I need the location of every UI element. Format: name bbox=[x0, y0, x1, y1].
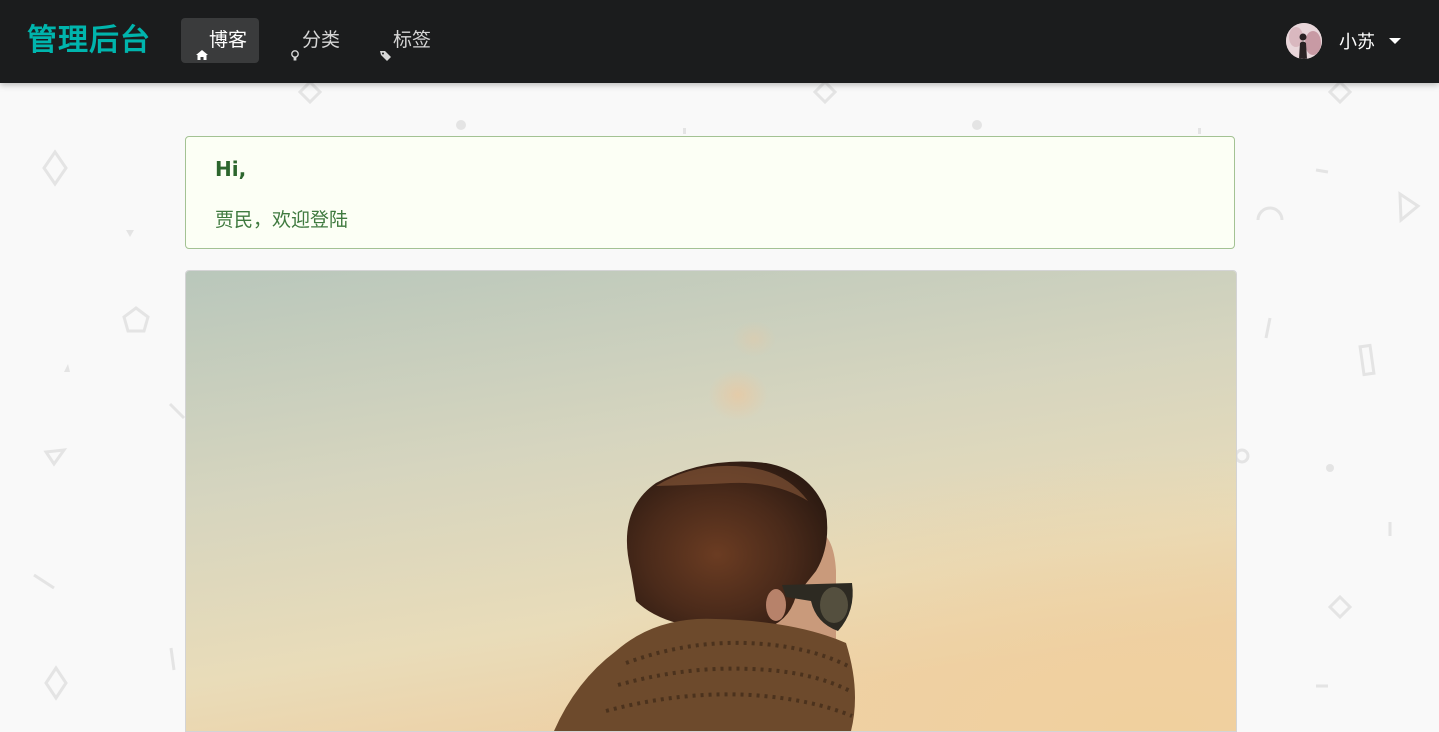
idea-icon bbox=[288, 34, 302, 60]
nav-item-tags-label: 标签 bbox=[393, 29, 432, 51]
nav-item-category-label: 分类 bbox=[302, 29, 341, 51]
user-dropdown[interactable]: 小苏 bbox=[1286, 22, 1401, 60]
welcome-message-box: Hi, 贾民，欢迎登陆 bbox=[185, 136, 1235, 249]
nav-item-category[interactable]: 分类 bbox=[274, 18, 350, 63]
avatar bbox=[1286, 23, 1322, 59]
welcome-text: 贾民，欢迎登陆 bbox=[215, 209, 349, 231]
hero-photo bbox=[186, 271, 1236, 731]
caret-down-icon bbox=[1389, 38, 1401, 44]
username: 小苏 bbox=[1339, 32, 1375, 53]
nav-item-tags[interactable]: 标签 bbox=[365, 18, 441, 63]
brand-logo[interactable]: 管理后台 bbox=[27, 22, 151, 60]
welcome-title: Hi, bbox=[215, 157, 247, 181]
top-navbar: 管理后台 博客 分类 标签 小苏 bbox=[0, 0, 1439, 83]
nav-item-blog[interactable]: 博客 bbox=[181, 18, 259, 63]
nav-item-blog-label: 博客 bbox=[209, 29, 248, 51]
hero-image bbox=[185, 270, 1237, 732]
home-icon bbox=[195, 34, 209, 60]
tags-icon bbox=[379, 34, 393, 61]
